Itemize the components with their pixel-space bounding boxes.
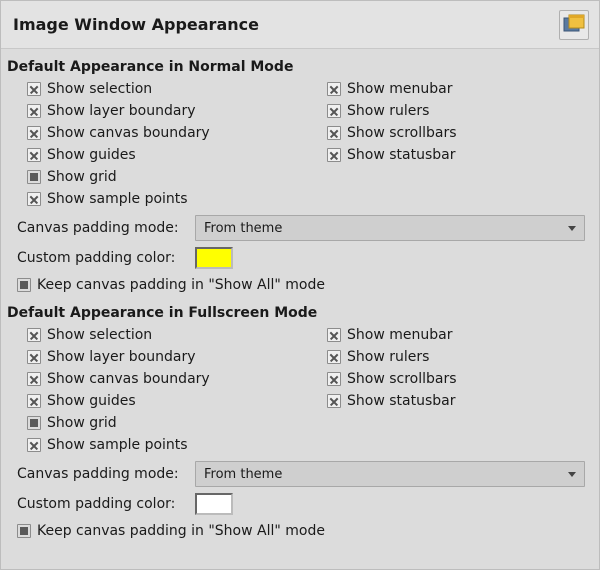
normal-opt-show-layer-boundary[interactable]: Show layer boundary — [27, 101, 327, 121]
select-value: From theme — [204, 221, 282, 236]
normal-opt-show-statusbar[interactable]: Show statusbar — [327, 145, 589, 165]
fullscreen-options-grid: Show selection Show menubar Show layer b… — [7, 325, 589, 455]
checkbox-icon[interactable] — [27, 328, 41, 342]
section-normal-mode: Default Appearance in Normal Mode Show s… — [1, 49, 599, 295]
fullscreen-padding-mode-row: Canvas padding mode: From theme — [7, 455, 589, 487]
checkbox-icon[interactable] — [327, 394, 341, 408]
fullscreen-custom-color-swatch[interactable] — [195, 493, 233, 515]
checkbox-icon[interactable] — [27, 372, 41, 386]
checkbox-icon[interactable] — [27, 350, 41, 364]
appearance-icon — [559, 10, 589, 40]
custom-color-label: Custom padding color: — [17, 250, 187, 266]
normal-opt-show-scrollbars[interactable]: Show scrollbars — [327, 123, 589, 143]
fullscreen-opt-show-menubar[interactable]: Show menubar — [327, 325, 589, 345]
padding-mode-label: Canvas padding mode: — [17, 220, 187, 236]
keep-padding-label: Keep canvas padding in "Show All" mode — [37, 277, 325, 293]
checkbox-icon[interactable] — [17, 278, 31, 292]
normal-opt-show-sample-points[interactable]: Show sample points — [27, 189, 327, 209]
checkbox-icon[interactable] — [327, 372, 341, 386]
fullscreen-opt-show-sample-points[interactable]: Show sample points — [27, 435, 327, 455]
fullscreen-opt-show-grid[interactable]: Show grid — [27, 413, 327, 433]
fullscreen-opt-show-layer-boundary[interactable]: Show layer boundary — [27, 347, 327, 367]
preferences-panel: Image Window Appearance Default Appearan… — [0, 0, 600, 570]
checkbox-icon[interactable] — [27, 148, 41, 162]
fullscreen-keep-padding-row[interactable]: Keep canvas padding in "Show All" mode — [7, 515, 589, 539]
keep-padding-label: Keep canvas padding in "Show All" mode — [37, 523, 325, 539]
custom-color-label: Custom padding color: — [17, 496, 187, 512]
normal-opt-show-selection[interactable]: Show selection — [27, 79, 327, 99]
padding-mode-label: Canvas padding mode: — [17, 466, 187, 482]
chevron-down-icon — [568, 226, 576, 231]
checkbox-icon[interactable] — [27, 82, 41, 96]
normal-padding-mode-row: Canvas padding mode: From theme — [7, 209, 589, 241]
fullscreen-opt-show-selection[interactable]: Show selection — [27, 325, 327, 345]
select-value: From theme — [204, 467, 282, 482]
checkbox-icon[interactable] — [27, 192, 41, 206]
section-fullscreen-mode: Default Appearance in Fullscreen Mode Sh… — [1, 295, 599, 541]
checkbox-icon[interactable] — [327, 104, 341, 118]
fullscreen-opt-show-scrollbars[interactable]: Show scrollbars — [327, 369, 589, 389]
checkbox-icon[interactable] — [27, 104, 41, 118]
section-normal-title: Default Appearance in Normal Mode — [7, 59, 589, 75]
panel-title: Image Window Appearance — [13, 15, 259, 34]
fullscreen-opt-show-statusbar[interactable]: Show statusbar — [327, 391, 589, 411]
fullscreen-custom-color-row: Custom padding color: — [7, 487, 589, 515]
normal-opt-show-grid[interactable]: Show grid — [27, 167, 327, 187]
checkbox-icon[interactable] — [327, 82, 341, 96]
normal-custom-color-row: Custom padding color: — [7, 241, 589, 269]
fullscreen-opt-show-canvas-boundary[interactable]: Show canvas boundary — [27, 369, 327, 389]
checkbox-icon[interactable] — [27, 438, 41, 452]
normal-opt-show-canvas-boundary[interactable]: Show canvas boundary — [27, 123, 327, 143]
checkbox-icon[interactable] — [17, 524, 31, 538]
normal-custom-color-swatch[interactable] — [195, 247, 233, 269]
checkbox-icon[interactable] — [27, 394, 41, 408]
normal-options-grid: Show selection Show menubar Show layer b… — [7, 79, 589, 209]
normal-keep-padding-row[interactable]: Keep canvas padding in "Show All" mode — [7, 269, 589, 293]
checkbox-icon[interactable] — [327, 328, 341, 342]
checkbox-icon[interactable] — [27, 170, 41, 184]
checkbox-icon[interactable] — [27, 416, 41, 430]
panel-header: Image Window Appearance — [1, 1, 599, 49]
checkbox-icon[interactable] — [327, 350, 341, 364]
fullscreen-opt-show-guides[interactable]: Show guides — [27, 391, 327, 411]
fullscreen-opt-show-rulers[interactable]: Show rulers — [327, 347, 589, 367]
normal-opt-show-guides[interactable]: Show guides — [27, 145, 327, 165]
section-fullscreen-title: Default Appearance in Fullscreen Mode — [7, 305, 589, 321]
checkbox-icon[interactable] — [27, 126, 41, 140]
checkbox-icon[interactable] — [327, 148, 341, 162]
fullscreen-padding-mode-select[interactable]: From theme — [195, 461, 585, 487]
normal-opt-show-menubar[interactable]: Show menubar — [327, 79, 589, 99]
checkbox-icon[interactable] — [327, 126, 341, 140]
normal-padding-mode-select[interactable]: From theme — [195, 215, 585, 241]
normal-opt-show-rulers[interactable]: Show rulers — [327, 101, 589, 121]
chevron-down-icon — [568, 472, 576, 477]
